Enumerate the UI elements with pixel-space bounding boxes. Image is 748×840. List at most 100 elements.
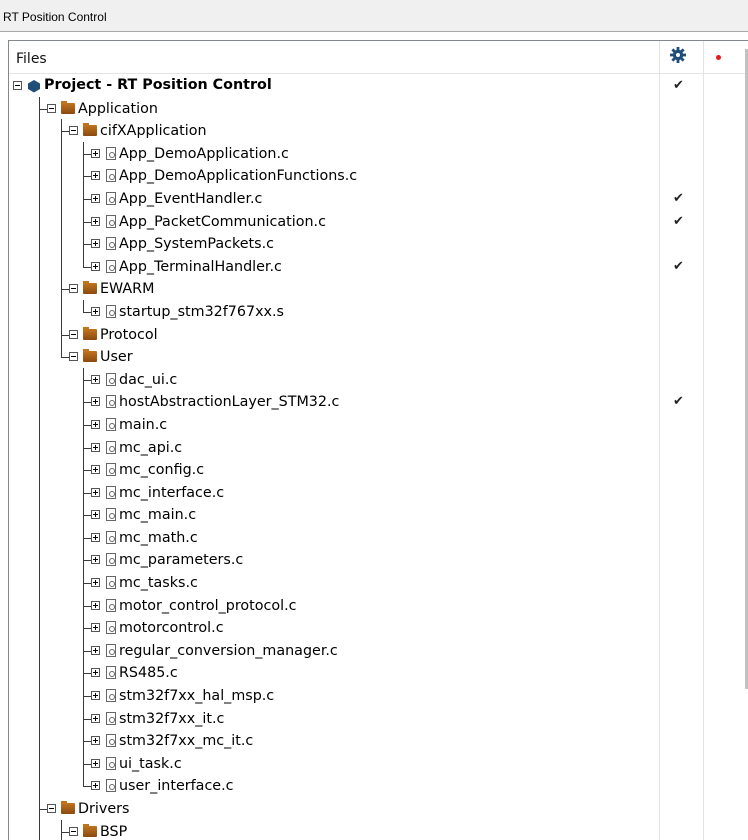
tree-row[interactable]: stm32f7xx_hal_msp.c — [9, 684, 748, 709]
tree-row[interactable]: startup_stm32f767xx.s — [9, 299, 748, 325]
tree-row[interactable]: user_interface.c — [9, 774, 748, 799]
expand-icon[interactable] — [91, 216, 100, 226]
expand-icon[interactable] — [91, 397, 100, 407]
tree-item-label[interactable]: Project - RT Position Control — [44, 77, 272, 93]
collapse-icon[interactable] — [47, 804, 56, 813]
collapse-icon[interactable] — [47, 103, 56, 113]
tree-item-label[interactable]: EWARM — [100, 281, 154, 297]
tree-row[interactable]: App_PacketCommunication.c ✔ — [9, 209, 748, 235]
tree-row[interactable]: mc_main.c — [9, 503, 748, 528]
tree-item-label[interactable]: ui_task.c — [119, 756, 182, 772]
tree-row[interactable]: mc_config.c — [9, 458, 748, 483]
expand-icon[interactable] — [91, 758, 100, 768]
tree-item-label[interactable]: App_EventHandler.c — [119, 191, 262, 207]
tree-item-label[interactable]: App_DemoApplicationFunctions.c — [119, 168, 357, 184]
tree-item-label[interactable]: App_SystemPackets.c — [119, 236, 274, 252]
tree-item-label[interactable]: mc_parameters.c — [119, 552, 243, 568]
collapse-icon[interactable] — [69, 126, 78, 136]
tree-item-label[interactable]: App_TerminalHandler.c — [119, 259, 282, 275]
collapse-icon[interactable] — [69, 329, 78, 339]
expand-icon[interactable] — [91, 419, 100, 429]
tree-row[interactable]: motor_control_protocol.c — [9, 593, 748, 619]
expand-icon[interactable] — [91, 600, 100, 610]
tree-item-label[interactable]: cifXApplication — [100, 123, 207, 139]
tree-row[interactable]: dac_ui.c — [9, 367, 748, 393]
tree-item-label[interactable]: App_PacketCommunication.c — [119, 214, 326, 230]
tree-row[interactable]: stm32f7xx_mc_it.c — [9, 729, 748, 754]
tree-row[interactable]: EWARM — [9, 277, 748, 302]
tree-row[interactable]: regular_conversion_manager.c — [9, 638, 748, 664]
collapse-icon[interactable] — [69, 284, 78, 294]
tree-row[interactable]: mc_tasks.c — [9, 571, 748, 596]
tree-item-label[interactable]: motorcontrol.c — [119, 620, 224, 636]
expand-icon[interactable] — [91, 442, 100, 452]
expand-icon[interactable] — [91, 261, 100, 271]
tree-row[interactable]: Drivers — [9, 797, 748, 822]
expand-icon[interactable] — [91, 171, 100, 181]
tree-item-label[interactable]: RS485.c — [119, 665, 178, 681]
tree-row[interactable]: RS485.c — [9, 661, 748, 687]
tree-item-label[interactable]: mc_config.c — [119, 462, 204, 478]
tree-row[interactable]: stm32f7xx_it.c — [9, 706, 748, 732]
tree-row[interactable]: ui_task.c — [9, 751, 748, 777]
expand-icon[interactable] — [91, 713, 100, 723]
tree-item-label[interactable]: hostAbstractionLayer_STM32.c — [119, 394, 339, 410]
tree-row[interactable]: App_SystemPackets.c — [9, 232, 748, 257]
tree-row[interactable]: BSP — [9, 819, 748, 840]
tree-row[interactable]: App_DemoApplicationFunctions.c — [9, 164, 748, 189]
tree-item-label[interactable]: mc_api.c — [119, 440, 182, 456]
tree-item-label[interactable]: mc_main.c — [119, 507, 196, 523]
tree-item-label[interactable]: stm32f7xx_mc_it.c — [119, 733, 253, 749]
tree-row[interactable]: hostAbstractionLayer_STM32.c ✔ — [9, 390, 748, 415]
tree-row[interactable]: Application — [9, 96, 748, 122]
tree-item-label[interactable]: startup_stm32f767xx.s — [119, 304, 284, 320]
tree-item-label[interactable]: mc_tasks.c — [119, 575, 198, 591]
tree-row[interactable]: mc_api.c — [9, 435, 748, 461]
expand-icon[interactable] — [91, 668, 100, 678]
tree-row[interactable]: App_DemoApplication.c — [9, 141, 748, 167]
tree-item-label[interactable]: mc_interface.c — [119, 485, 224, 501]
expand-icon[interactable] — [91, 465, 100, 475]
tree-item-label[interactable]: stm32f7xx_it.c — [119, 711, 224, 727]
tree-item-label[interactable]: BSP — [100, 824, 127, 840]
expand-icon[interactable] — [91, 781, 100, 791]
tree-row[interactable]: main.c — [9, 412, 748, 438]
collapse-icon[interactable] — [13, 81, 22, 90]
tree-row[interactable]: Project - RT Position Control ✔ — [9, 75, 748, 98]
gear-icon[interactable] — [669, 46, 687, 64]
collapse-icon[interactable] — [69, 826, 78, 836]
expand-icon[interactable] — [91, 691, 100, 701]
expand-icon[interactable] — [91, 306, 100, 316]
tree-row[interactable]: mc_parameters.c — [9, 548, 748, 574]
tree-row[interactable]: App_TerminalHandler.c ✔ — [9, 254, 748, 280]
expand-icon[interactable] — [91, 645, 100, 655]
tree-item-label[interactable]: App_DemoApplication.c — [119, 146, 289, 162]
red-dot-icon[interactable] — [716, 55, 721, 60]
tree-item-label[interactable]: motor_control_protocol.c — [119, 598, 296, 614]
expand-icon[interactable] — [91, 510, 100, 520]
expand-icon[interactable] — [91, 487, 100, 497]
expand-icon[interactable] — [91, 239, 100, 249]
tree-item-label[interactable]: User — [100, 349, 133, 365]
tree-item-label[interactable]: mc_math.c — [119, 530, 198, 546]
tree-item-label[interactable]: dac_ui.c — [119, 372, 177, 388]
expand-icon[interactable] — [91, 623, 100, 633]
expand-icon[interactable] — [91, 532, 100, 542]
tree-row[interactable]: App_EventHandler.c ✔ — [9, 186, 748, 212]
tree-row[interactable]: motorcontrol.c — [9, 616, 748, 641]
expand-icon[interactable] — [91, 578, 100, 588]
tree-item-label[interactable]: regular_conversion_manager.c — [119, 643, 338, 659]
tree-row[interactable]: User — [9, 345, 748, 370]
expand-icon[interactable] — [91, 193, 100, 203]
collapse-icon[interactable] — [69, 352, 78, 362]
tree-row[interactable]: mc_interface.c — [9, 480, 748, 506]
expand-icon[interactable] — [91, 374, 100, 384]
tree-item-label[interactable]: Drivers — [78, 801, 129, 817]
tree-item-label[interactable]: Application — [78, 101, 158, 117]
tree-row[interactable]: mc_math.c — [9, 525, 748, 551]
expand-icon[interactable] — [91, 736, 100, 746]
tree-item-label[interactable]: Protocol — [100, 327, 158, 343]
tree-item-label[interactable]: user_interface.c — [119, 778, 234, 794]
tree-item-label[interactable]: stm32f7xx_hal_msp.c — [119, 688, 274, 704]
tree-row[interactable]: cifXApplication — [9, 119, 748, 144]
